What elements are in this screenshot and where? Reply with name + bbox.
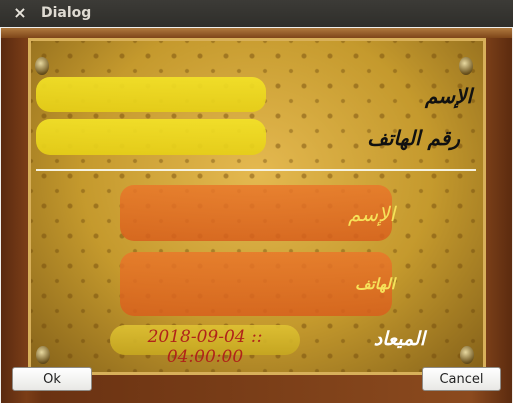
display-phone-label: الهاتف xyxy=(355,275,395,293)
phone-input[interactable] xyxy=(36,119,266,155)
ok-button[interactable]: Ok xyxy=(12,367,92,391)
pin-icon xyxy=(460,346,474,364)
cancel-button[interactable]: Cancel xyxy=(422,367,501,391)
display-name-label: الإسم xyxy=(347,202,395,226)
phone-label: رقم الهاتف xyxy=(367,126,460,150)
datetime-value: 2018-09-04 :: 04:00:00 xyxy=(147,327,263,367)
window-title: Dialog xyxy=(41,5,92,21)
pin-icon xyxy=(459,57,473,75)
wood-frame-top xyxy=(1,28,512,38)
name-input[interactable] xyxy=(36,77,266,112)
pin-icon xyxy=(36,346,50,364)
pin-icon xyxy=(35,57,49,75)
close-icon[interactable]: × xyxy=(10,3,30,23)
name-label: الإسم xyxy=(424,84,472,108)
appointment-label: الميعاد xyxy=(373,328,425,350)
title-bar: × Dialog xyxy=(0,0,513,27)
divider xyxy=(36,169,476,171)
